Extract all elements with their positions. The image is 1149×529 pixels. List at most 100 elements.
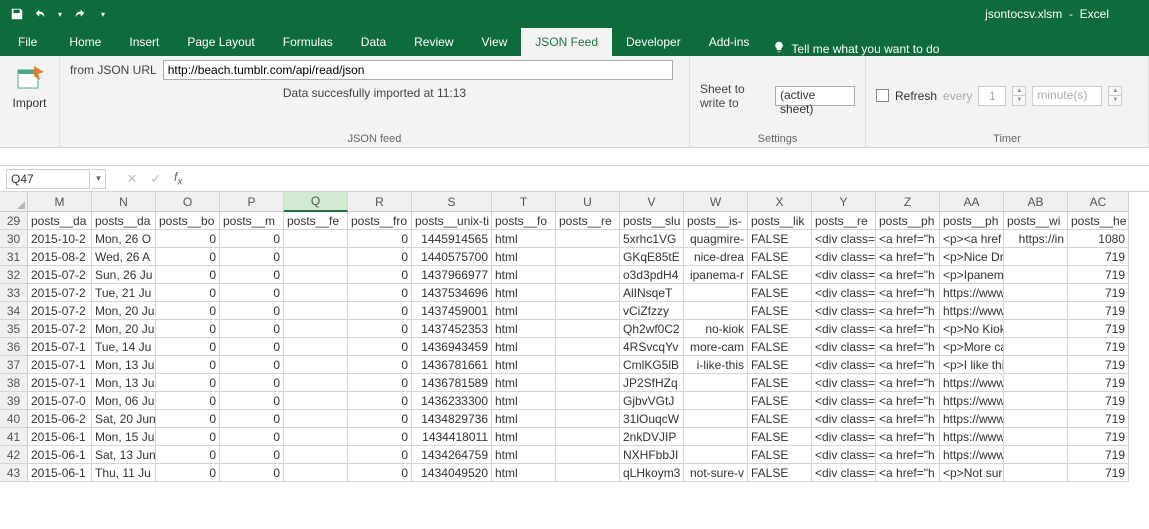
column-header[interactable]: T — [492, 192, 556, 212]
cell[interactable]: html — [492, 338, 556, 356]
cell[interactable]: 0 — [220, 410, 284, 428]
cell[interactable]: 719 — [1068, 392, 1129, 410]
cell[interactable]: 1437452353 — [412, 320, 492, 338]
column-header[interactable]: Q — [284, 192, 348, 212]
cell[interactable]: <div class= — [812, 410, 876, 428]
cell[interactable]: Tue, 21 Ju — [92, 284, 156, 302]
interval-spinner[interactable]: ▲▼ — [1012, 86, 1026, 106]
cell[interactable]: 2015-07-1 — [28, 356, 92, 374]
cell[interactable]: https://www.tumblr. — [940, 410, 1004, 428]
row-header[interactable]: 31 — [0, 248, 28, 266]
row-header[interactable]: 35 — [0, 320, 28, 338]
cell[interactable]: ipanema-r — [684, 266, 748, 284]
cell[interactable]: <a href="h — [876, 302, 940, 320]
cell[interactable]: 0 — [156, 392, 220, 410]
cell[interactable]: 0 — [156, 428, 220, 446]
cell[interactable]: <p>Ipanema, Rio</p — [940, 266, 1004, 284]
cell[interactable]: 0 — [220, 266, 284, 284]
cell[interactable] — [1004, 464, 1068, 482]
cell[interactable]: 2015-07-2 — [28, 284, 92, 302]
row-header[interactable]: 34 — [0, 302, 28, 320]
undo-dropdown-icon[interactable]: ▾ — [56, 5, 64, 23]
cell[interactable]: posts__m — [220, 212, 284, 230]
cell[interactable]: <p>I like this one. Fr — [940, 356, 1004, 374]
cell[interactable]: posts__bo — [156, 212, 220, 230]
cell[interactable]: 0 — [220, 338, 284, 356]
cell[interactable]: https://www.tumblr. — [940, 392, 1004, 410]
cell[interactable] — [284, 248, 348, 266]
cell[interactable]: posts__fro — [348, 212, 412, 230]
cell[interactable] — [284, 356, 348, 374]
cell[interactable]: <div class= — [812, 392, 876, 410]
cell[interactable]: 0 — [156, 410, 220, 428]
cell[interactable]: vCiZfzzy — [620, 302, 684, 320]
cell[interactable]: AlINsqeT — [620, 284, 684, 302]
tab-addins[interactable]: Add-ins — [695, 28, 764, 56]
cell[interactable]: <a href="h — [876, 230, 940, 248]
cell[interactable]: not-sure-v — [684, 464, 748, 482]
name-box[interactable]: Q47 — [6, 169, 90, 189]
worksheet-grid[interactable]: MNOPQRSTUVWXYZAAABAC29posts__daposts__da… — [0, 192, 1149, 482]
cell[interactable]: posts__fo — [492, 212, 556, 230]
cell[interactable]: FALSE — [748, 374, 812, 392]
cell[interactable]: https://www.tumblr. — [940, 284, 1004, 302]
cell[interactable]: <a href="h — [876, 248, 940, 266]
column-header[interactable]: AA — [940, 192, 1004, 212]
cell[interactable]: <a href="h — [876, 446, 940, 464]
cell[interactable]: FALSE — [748, 464, 812, 482]
cell[interactable]: 2015-06-1 — [28, 464, 92, 482]
cell[interactable]: posts__re — [812, 212, 876, 230]
cell[interactable]: <div class= — [812, 374, 876, 392]
name-box-dropdown[interactable]: ▼ — [92, 169, 106, 189]
cell[interactable]: posts__da — [92, 212, 156, 230]
cell[interactable]: 719 — [1068, 374, 1129, 392]
cell[interactable]: 0 — [348, 302, 412, 320]
cell[interactable] — [556, 230, 620, 248]
cell[interactable] — [1004, 266, 1068, 284]
cell[interactable]: html — [492, 284, 556, 302]
cell[interactable]: o3d3pdH4 — [620, 266, 684, 284]
cell[interactable]: 0 — [348, 464, 412, 482]
cell[interactable]: 1437534696 — [412, 284, 492, 302]
cell[interactable]: 0 — [220, 392, 284, 410]
cell[interactable] — [556, 320, 620, 338]
cell[interactable]: posts__ph — [940, 212, 1004, 230]
cell[interactable]: 719 — [1068, 428, 1129, 446]
cell[interactable]: 2015-07-2 — [28, 320, 92, 338]
row-header[interactable]: 42 — [0, 446, 28, 464]
cell[interactable]: FALSE — [748, 392, 812, 410]
cell[interactable]: <p>More camels. I g — [940, 338, 1004, 356]
column-header[interactable]: P — [220, 192, 284, 212]
row-header[interactable]: 43 — [0, 464, 28, 482]
cell[interactable]: 0 — [220, 428, 284, 446]
cell[interactable] — [284, 230, 348, 248]
cell[interactable] — [556, 338, 620, 356]
cell[interactable]: i-like-this — [684, 356, 748, 374]
column-header[interactable]: U — [556, 192, 620, 212]
cell[interactable] — [1004, 428, 1068, 446]
qat-customize-icon[interactable]: ▾ — [94, 5, 112, 23]
cell[interactable] — [284, 266, 348, 284]
cell[interactable] — [684, 428, 748, 446]
cell[interactable]: <div class= — [812, 356, 876, 374]
cell[interactable]: 2015-06-1 — [28, 446, 92, 464]
formula-input[interactable] — [188, 169, 1149, 189]
cell[interactable]: <a href="h — [876, 320, 940, 338]
redo-icon[interactable] — [70, 5, 88, 23]
cell[interactable] — [1004, 446, 1068, 464]
row-header[interactable]: 36 — [0, 338, 28, 356]
cell[interactable]: 719 — [1068, 266, 1129, 284]
cell[interactable]: FALSE — [748, 284, 812, 302]
cell[interactable]: html — [492, 374, 556, 392]
import-button[interactable]: Import — [9, 60, 51, 112]
tab-file[interactable]: File — [0, 28, 55, 56]
cell[interactable]: Mon, 20 Ju — [92, 302, 156, 320]
cell[interactable]: 719 — [1068, 338, 1129, 356]
cell[interactable]: 1437966977 — [412, 266, 492, 284]
tab-data[interactable]: Data — [347, 28, 400, 56]
cell[interactable]: html — [492, 320, 556, 338]
column-header[interactable]: Y — [812, 192, 876, 212]
cell[interactable]: Wed, 26 A — [92, 248, 156, 266]
undo-icon[interactable] — [32, 5, 50, 23]
cell[interactable]: https://in — [1004, 230, 1068, 248]
